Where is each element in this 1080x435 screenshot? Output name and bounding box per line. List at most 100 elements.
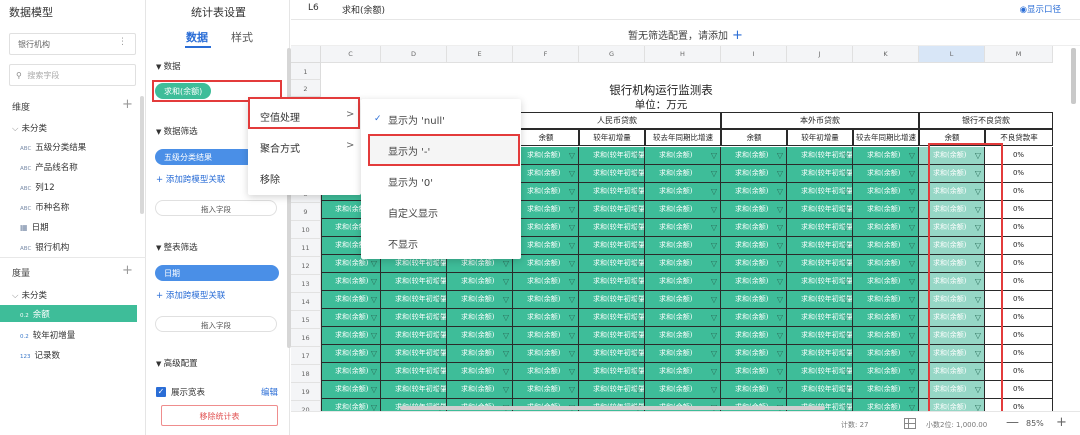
filter-icon[interactable]: ▽	[909, 345, 915, 362]
filter-icon[interactable]: ▽	[843, 147, 849, 164]
data-cell[interactable]: 求和(余额)▽	[447, 309, 513, 327]
filter-icon[interactable]: ▽	[843, 381, 849, 398]
filter-icon[interactable]: ▽	[371, 363, 377, 380]
dimension-item[interactable]: ABC 银行机构	[20, 241, 69, 253]
filter-icon[interactable]: ▽	[569, 381, 575, 398]
submenu-item-custom[interactable]: 自定义显示	[388, 205, 438, 220]
filter-icon[interactable]: ▽	[437, 381, 443, 398]
filter-icon[interactable]: ▽	[635, 291, 641, 308]
data-cell[interactable]: 求和(余额)▽	[447, 345, 513, 363]
measure-item-selected[interactable]: 0.2 余额	[0, 305, 137, 322]
data-cell[interactable]: 求和(余额)▽	[321, 399, 381, 411]
data-cell[interactable]: 求和(余额)▽	[645, 183, 721, 201]
data-cell[interactable]: 求和(余额)▽	[513, 147, 579, 165]
data-cell[interactable]: 求和(余额)▽	[321, 363, 381, 381]
add-filter-icon[interactable]: +	[732, 28, 743, 43]
filter-icon[interactable]: ▽	[635, 183, 641, 200]
filter-icon[interactable]: ▽	[569, 237, 575, 254]
data-cell[interactable]: 求和(余额)▽	[721, 165, 787, 183]
submenu-item-dash[interactable]: 显示为 '-'	[388, 143, 430, 158]
dimension-item[interactable]: ABC 产品线名称	[20, 161, 78, 173]
filter-icon[interactable]: ▽	[777, 183, 783, 200]
dimension-item[interactable]: ▦ 日期	[20, 221, 49, 233]
filter-icon[interactable]: ▽	[635, 327, 641, 344]
show-caliber-button[interactable]: ◉显示口径	[1020, 3, 1061, 15]
filter-icon[interactable]: ▽	[711, 255, 717, 272]
data-cell[interactable]: 求和(余额)▽	[645, 201, 721, 219]
remove-table-button[interactable]: 移除统计表	[161, 405, 278, 426]
data-cell[interactable]: 求和(余额)▽	[513, 183, 579, 201]
filter-icon[interactable]: ▽	[909, 291, 915, 308]
data-cell[interactable]: 求和(余额)▽	[447, 381, 513, 399]
filter-icon[interactable]: ▽	[569, 201, 575, 218]
data-cell[interactable]: 求和(余额)▽	[721, 363, 787, 381]
filter-icon[interactable]: ▽	[909, 255, 915, 272]
filter-icon[interactable]: ▽	[909, 201, 915, 218]
filter-icon[interactable]: ▽	[503, 345, 509, 362]
row-header[interactable]: 11	[291, 239, 321, 257]
filter-icon[interactable]: ▽	[711, 219, 717, 236]
filter-icon[interactable]: ▽	[843, 201, 849, 218]
formula-text[interactable]: 求和(余额)	[342, 3, 385, 16]
data-cell[interactable]: 求和(较年初增量)▽	[579, 255, 645, 273]
filter-icon[interactable]: ▽	[777, 201, 783, 218]
row-header[interactable]: 10	[291, 221, 321, 239]
filter-icon[interactable]: ▽	[569, 309, 575, 326]
filter-icon[interactable]: ▽	[569, 291, 575, 308]
data-cell[interactable]: 求和(较年初增量)▽	[787, 165, 853, 183]
data-cell[interactable]: 求和(较年初增量)▽	[381, 291, 447, 309]
data-cell[interactable]: 求和(余额)▽	[645, 237, 721, 255]
submenu-item-null[interactable]: 显示为 'null'	[388, 112, 445, 127]
data-cell[interactable]: 求和(余额)▽	[645, 291, 721, 309]
tab-style[interactable]: 样式	[231, 29, 253, 45]
menu-item-aggregation[interactable]: 聚合方式	[260, 140, 300, 155]
data-cell[interactable]: 求和(余额)▽	[645, 327, 721, 345]
data-cell[interactable]: 求和(较年初增量)▽	[787, 345, 853, 363]
data-cell[interactable]: 求和(较年初增量)▽	[579, 345, 645, 363]
filter-icon[interactable]: ▽	[909, 399, 915, 411]
filter-icon[interactable]: ▽	[909, 237, 915, 254]
filter-icon[interactable]: ▽	[635, 381, 641, 398]
filter-icon[interactable]: ▽	[711, 381, 717, 398]
filter-icon[interactable]: ▽	[635, 273, 641, 290]
filter-icon[interactable]: ▽	[569, 345, 575, 362]
data-cell[interactable]: 求和(余额)▽	[513, 255, 579, 273]
zoom-in-button[interactable]: +	[1056, 416, 1067, 429]
filter-field-pill[interactable]: 五级分类结果	[155, 149, 255, 165]
filter-section-header[interactable]: ▼ 数据筛选	[156, 125, 198, 137]
filter-icon[interactable]: ▽	[909, 327, 915, 344]
filter-icon[interactable]: ▽	[711, 237, 717, 254]
submenu-item-zero[interactable]: 显示为 '0'	[388, 174, 433, 189]
filter-icon[interactable]: ▽	[711, 327, 717, 344]
data-section-header[interactable]: ▼ 数据	[156, 60, 181, 72]
filter-icon[interactable]: ▽	[569, 363, 575, 380]
data-cell[interactable]: 求和(余额)▽	[853, 255, 919, 273]
data-cell[interactable]: 求和(余额)▽	[513, 345, 579, 363]
data-cell[interactable]: 求和(较年初增量)▽	[579, 165, 645, 183]
filter-icon[interactable]: ▽	[503, 309, 509, 326]
data-cell[interactable]: 求和(余额)▽	[645, 381, 721, 399]
filter-icon[interactable]: ▽	[711, 147, 717, 164]
filter-icon[interactable]: ▽	[777, 165, 783, 182]
filter-icon[interactable]: ▽	[843, 309, 849, 326]
column-header[interactable]: K	[853, 46, 919, 63]
row-header[interactable]: 20	[291, 401, 321, 411]
filter-icon[interactable]: ▽	[843, 399, 849, 411]
filter-icon[interactable]: ▽	[569, 183, 575, 200]
filter-icon[interactable]: ▽	[909, 309, 915, 326]
advanced-section-header[interactable]: ▼ 高级配置	[156, 357, 198, 369]
filter-icon[interactable]: ▽	[711, 183, 717, 200]
add-measure-icon[interactable]: +	[122, 264, 133, 277]
data-cell[interactable]: 求和(余额)▽	[513, 363, 579, 381]
data-cell[interactable]: 求和(余额)▽	[853, 291, 919, 309]
filter-icon[interactable]: ▽	[569, 273, 575, 290]
filter-icon[interactable]: ▽	[635, 165, 641, 182]
data-cell[interactable]: 求和(余额)▽	[721, 381, 787, 399]
filter-icon[interactable]: ▽	[843, 255, 849, 272]
filter-icon[interactable]: ▽	[371, 327, 377, 344]
horizontal-scrollbar[interactable]	[400, 406, 825, 410]
filter-icon[interactable]: ▽	[371, 291, 377, 308]
data-cell[interactable]: 求和(余额)▽	[321, 327, 381, 345]
data-cell[interactable]: 求和(余额)▽	[853, 165, 919, 183]
filter-icon[interactable]: ▽	[711, 165, 717, 182]
